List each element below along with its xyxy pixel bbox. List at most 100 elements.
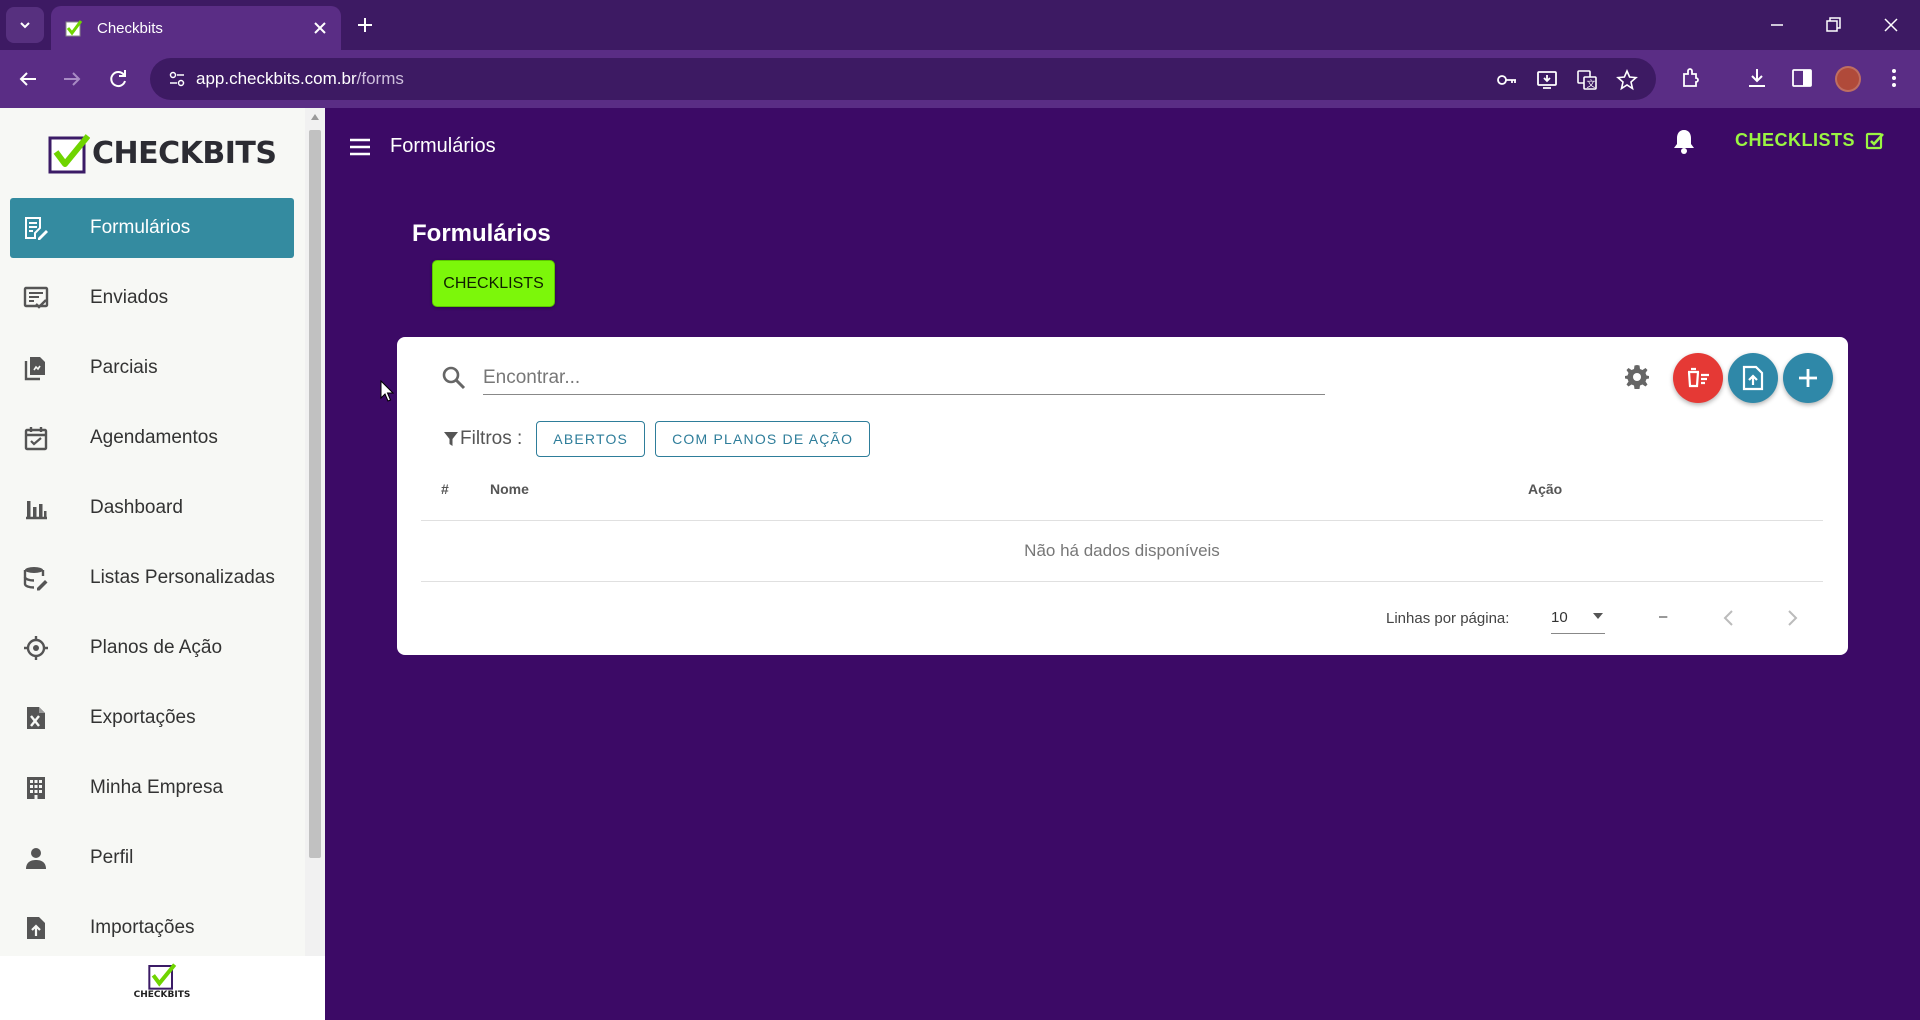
sidebar-item-label: Enviados bbox=[90, 287, 169, 308]
close-icon[interactable] bbox=[311, 19, 329, 37]
translate-icon[interactable]: 文 bbox=[1576, 69, 1598, 91]
sidebar-item-formularios[interactable]: Formulários bbox=[10, 198, 294, 258]
rows-per-page-select[interactable]: 10 bbox=[1551, 600, 1605, 634]
footer-logo: CHECKBITS bbox=[132, 962, 192, 1000]
sidebar-item-label: Parciais bbox=[90, 357, 158, 378]
sidebar-nav: Formulários Enviados Parciais Agendament… bbox=[10, 198, 294, 968]
sidebar-item-parciais[interactable]: Parciais bbox=[10, 338, 294, 398]
sidebar-item-label: Dashboard bbox=[90, 497, 183, 518]
reload-icon[interactable] bbox=[106, 67, 130, 91]
svg-text:文: 文 bbox=[1587, 78, 1596, 90]
checklists-header-label: CHECKLISTS bbox=[1735, 130, 1856, 150]
tab-search-button[interactable] bbox=[6, 7, 44, 43]
sidebar-item-planos-de-acao[interactable]: Planos de Ação bbox=[10, 618, 294, 678]
browser-tab[interactable]: Checkbits bbox=[51, 6, 341, 50]
sidebar-item-label: Planos de Ação bbox=[90, 637, 223, 658]
checklists-header-link[interactable]: CHECKLISTS bbox=[1735, 130, 1885, 151]
search-input[interactable] bbox=[483, 361, 1325, 395]
minimize-icon[interactable] bbox=[1767, 15, 1787, 35]
rows-per-page-label: Linhas por página: bbox=[1386, 610, 1510, 627]
gear-icon[interactable] bbox=[1623, 363, 1651, 391]
chevron-left-icon[interactable] bbox=[1719, 608, 1739, 628]
sent-list-icon bbox=[23, 286, 49, 309]
sidebar-item-exportacoes[interactable]: Exportações bbox=[10, 688, 294, 748]
column-header-index[interactable]: # bbox=[441, 481, 449, 497]
scroll-up-arrow-icon[interactable] bbox=[311, 114, 319, 120]
file-upload-icon bbox=[27, 917, 45, 939]
extensions-icon[interactable] bbox=[1679, 66, 1703, 90]
sidebar-item-label: Importações bbox=[90, 917, 195, 938]
key-icon[interactable] bbox=[1496, 69, 1518, 91]
logo-check-icon bbox=[148, 963, 177, 990]
scrollbar-thumb[interactable] bbox=[309, 130, 321, 858]
side-panel-icon[interactable] bbox=[1790, 66, 1814, 90]
checklists-chip[interactable]: CHECKLISTS bbox=[432, 260, 555, 307]
person-icon bbox=[26, 848, 46, 869]
footer-divider bbox=[421, 581, 1823, 582]
header-divider bbox=[421, 520, 1823, 521]
window-close-icon[interactable] bbox=[1881, 15, 1901, 35]
sidebar-item-perfil[interactable]: Perfil bbox=[10, 828, 294, 888]
filters-bar: Filtros : ABERTOS COM PLANOS DE AÇÃO bbox=[444, 421, 880, 457]
sidebar-item-minha-empresa[interactable]: Minha Empresa bbox=[10, 758, 294, 818]
delete-sweep-icon bbox=[1687, 367, 1709, 388]
rows-per-page-value: 10 bbox=[1551, 609, 1568, 626]
forward-arrow-icon[interactable] bbox=[60, 67, 84, 91]
filter-icon bbox=[444, 432, 458, 446]
sidebar-item-agendamentos[interactable]: Agendamentos bbox=[10, 408, 294, 468]
column-header-nome[interactable]: Nome bbox=[490, 481, 529, 497]
checkbox-checked-icon bbox=[1865, 132, 1884, 149]
sidebar-item-label: Listas Personalizadas bbox=[90, 567, 275, 588]
plus-icon bbox=[1799, 369, 1817, 387]
tab-title: Checkbits bbox=[97, 19, 163, 37]
back-arrow-icon[interactable] bbox=[16, 67, 40, 91]
calendar-check-icon bbox=[24, 427, 48, 451]
search-icon bbox=[442, 366, 466, 390]
filters-label: Filtros : bbox=[444, 428, 522, 450]
pagination-range: – bbox=[1659, 608, 1668, 625]
bell-icon[interactable] bbox=[1671, 127, 1697, 155]
filter-planos-acao-button[interactable]: COM PLANOS DE AÇÃO bbox=[655, 421, 871, 457]
logo-text: CHECKBITS bbox=[92, 135, 277, 171]
star-bookmark-icon[interactable] bbox=[1616, 69, 1638, 91]
download-icon[interactable] bbox=[1745, 66, 1769, 90]
sidebar-item-label: Formulários bbox=[90, 217, 191, 238]
filters-label-text: Filtros : bbox=[460, 428, 523, 449]
crosshair-icon bbox=[24, 636, 48, 660]
new-tab-icon[interactable] bbox=[354, 14, 376, 36]
sidebar-item-label: Minha Empresa bbox=[90, 777, 224, 798]
browser-toolbar: app.checkbits.com.br/forms 文 bbox=[0, 50, 1920, 108]
chevron-right-icon[interactable] bbox=[1782, 608, 1802, 628]
sidebar: CHECKBITS Formulários Enviados Parciais … bbox=[0, 108, 305, 1020]
checkbits-favicon-icon bbox=[65, 20, 83, 37]
site-settings-icon[interactable] bbox=[168, 70, 186, 88]
kebab-menu-icon[interactable] bbox=[1882, 66, 1906, 90]
hamburger-menu-icon[interactable] bbox=[348, 136, 372, 158]
sidebar-footer: CHECKBITS bbox=[0, 956, 325, 1020]
sidebar-item-listas-personalizadas[interactable]: Listas Personalizadas bbox=[10, 548, 294, 608]
app-bar-title: Formulários bbox=[390, 135, 496, 157]
bar-chart-icon bbox=[26, 501, 47, 520]
footer-logo-text: CHECKBITS bbox=[133, 990, 191, 1000]
file-upload-icon bbox=[1742, 365, 1764, 391]
delete-button[interactable] bbox=[1673, 353, 1723, 403]
sidebar-scrollbar[interactable] bbox=[305, 108, 325, 956]
address-bar[interactable]: app.checkbits.com.br/forms 文 bbox=[150, 58, 1656, 100]
add-form-button[interactable] bbox=[1783, 353, 1833, 403]
empty-table-message: Não há dados disponíveis bbox=[1024, 541, 1220, 560]
sidebar-item-dashboard[interactable]: Dashboard bbox=[10, 478, 294, 538]
building-icon bbox=[27, 777, 45, 799]
forms-table-card: Filtros : ABERTOS COM PLANOS DE AÇÃO # N… bbox=[397, 337, 1848, 655]
install-app-icon[interactable] bbox=[1536, 69, 1558, 91]
database-edit-icon bbox=[23, 567, 48, 591]
caret-down-icon bbox=[1593, 613, 1603, 619]
filter-abertos-button[interactable]: ABERTOS bbox=[536, 421, 646, 457]
sidebar-item-enviados[interactable]: Enviados bbox=[10, 268, 294, 328]
upload-file-button[interactable] bbox=[1728, 353, 1778, 403]
url-text: app.checkbits.com.br/forms bbox=[196, 69, 404, 89]
restore-icon[interactable] bbox=[1823, 15, 1843, 35]
checkbits-logo[interactable]: CHECKBITS bbox=[48, 132, 277, 174]
profile-avatar[interactable] bbox=[1835, 66, 1861, 92]
sidebar-item-label: Agendamentos bbox=[90, 427, 218, 448]
sidebar-item-importacoes[interactable]: Importações bbox=[10, 898, 294, 958]
